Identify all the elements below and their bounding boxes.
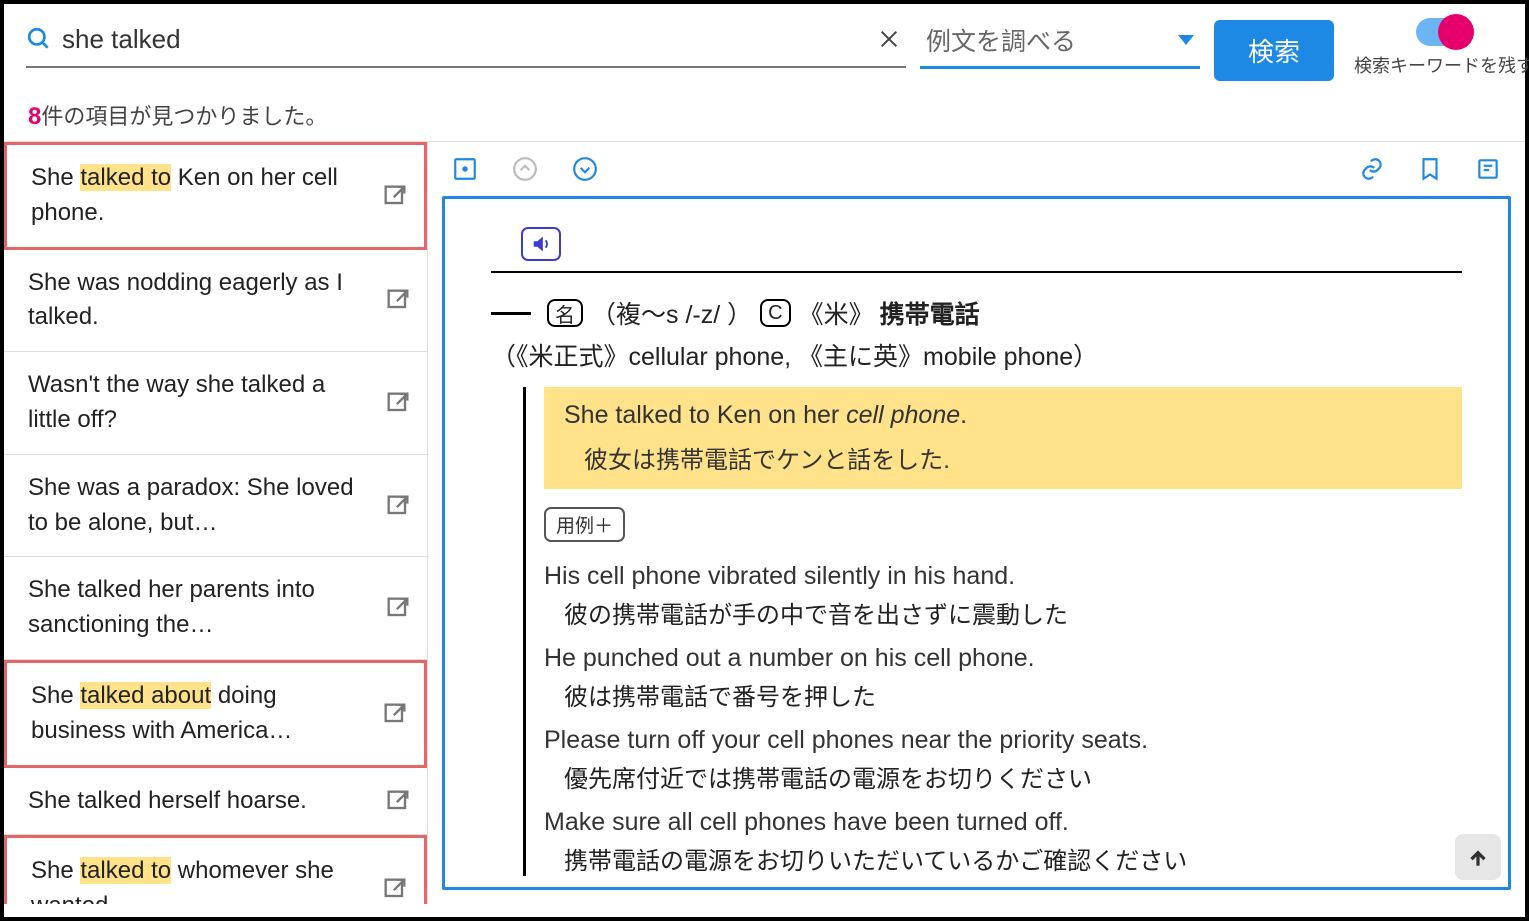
example-block: She talked to Ken on her cell phone. 彼女は… bbox=[523, 387, 1462, 876]
top-bar: 例文を調べる 検索 検索キーワードを残す bbox=[4, 4, 1525, 81]
speaker-icon bbox=[530, 233, 552, 255]
result-item[interactable]: She talked to whomever she wanted. bbox=[4, 835, 427, 904]
result-item-text: She talked herself hoarse. bbox=[28, 784, 373, 819]
open-in-new-icon[interactable] bbox=[380, 699, 410, 729]
main-split: She talked to Ken on her cell phone. She … bbox=[4, 141, 1525, 904]
keep-keyword-toggle[interactable] bbox=[1416, 18, 1472, 46]
keep-keyword-label: 検索キーワードを残す bbox=[1354, 52, 1529, 78]
plural-info: （複～s /-z/ ） bbox=[591, 295, 752, 331]
scroll-down-button[interactable] bbox=[570, 154, 600, 184]
note-button[interactable] bbox=[1473, 154, 1503, 184]
result-count-number: 8 bbox=[28, 103, 41, 130]
highlighted-example: She talked to Ken on her cell phone. 彼女は… bbox=[544, 387, 1462, 489]
result-item[interactable]: She was a paradox: She loved to be alone… bbox=[4, 455, 427, 558]
result-item[interactable]: She talked about doing business with Ame… bbox=[4, 660, 427, 768]
headword: 携帯電話 bbox=[880, 295, 980, 331]
keep-keyword-toggle-wrap: 検索キーワードを残す bbox=[1354, 18, 1529, 78]
chevron-down-icon bbox=[1178, 35, 1194, 45]
result-item-text: Wasn't the way she talked a little off? bbox=[28, 368, 373, 438]
result-item[interactable]: She talked her parents into sanctioning … bbox=[4, 557, 427, 660]
detail-body[interactable]: 名 （複～s /-z/ ） C 《米》 携帯電話 （《米正式》cellular … bbox=[442, 196, 1511, 890]
search-button[interactable]: 検索 bbox=[1214, 20, 1334, 81]
gloss-tail: （《米正式》cellular phone, 《主に英》mobile phone） bbox=[491, 337, 1098, 373]
result-item[interactable]: She was nodding eagerly as I talked. bbox=[4, 250, 427, 353]
result-item-text: She was a paradox: She loved to be alone… bbox=[28, 471, 373, 541]
highlighted-example-jp: 彼女は携帯電話でケンと話をした. bbox=[564, 440, 1442, 475]
open-in-new-icon[interactable] bbox=[383, 786, 413, 816]
result-count: 8件の項目が見つかりました。 bbox=[4, 81, 1525, 141]
detail-toolbar bbox=[428, 142, 1525, 196]
open-in-new-icon[interactable] bbox=[383, 593, 413, 623]
search-input[interactable] bbox=[62, 24, 872, 55]
result-item[interactable]: She talked to Ken on her cell phone. bbox=[4, 142, 427, 250]
result-item-text: She talked about doing business with Ame… bbox=[31, 679, 370, 749]
detail-pane: 名 （複～s /-z/ ） C 《米》 携帯電話 （《米正式》cellular … bbox=[428, 142, 1525, 904]
example-en: Make sure all cell phones have been turn… bbox=[544, 808, 1462, 837]
result-list[interactable]: She talked to Ken on her cell phone. She … bbox=[4, 142, 428, 904]
search-icon bbox=[26, 26, 52, 52]
link-button[interactable] bbox=[1357, 154, 1387, 184]
open-in-new-icon[interactable] bbox=[380, 874, 410, 904]
open-in-new-icon[interactable] bbox=[383, 388, 413, 418]
result-item-text: She talked her parents into sanctioning … bbox=[28, 573, 373, 643]
result-item-text: She was nodding eagerly as I talked. bbox=[28, 266, 373, 336]
example-jp: 彼は携帯電話で番号を押した bbox=[564, 677, 1462, 712]
expand-button[interactable] bbox=[450, 154, 480, 184]
countability-pill: C bbox=[760, 299, 790, 327]
example-en: He punched out a number on his cell phon… bbox=[544, 644, 1462, 673]
example-jp: 携帯電話の電源をお切りいただいているかご確認ください bbox=[564, 841, 1462, 876]
example-en: Please turn off your cell phones near th… bbox=[544, 726, 1462, 755]
clear-search-button[interactable] bbox=[872, 22, 906, 56]
scroll-up-button[interactable] bbox=[510, 154, 540, 184]
definition-row: 名 （複～s /-z/ ） C 《米》 携帯電話 （《米正式》cellular … bbox=[491, 295, 1462, 373]
result-item[interactable]: Wasn't the way she talked a little off? bbox=[4, 352, 427, 455]
search-mode-label: 例文を調べる bbox=[926, 22, 1076, 58]
search-mode-select[interactable]: 例文を調べる bbox=[920, 18, 1200, 69]
result-item-text: She talked to whomever she wanted. bbox=[31, 854, 370, 904]
open-in-new-icon[interactable] bbox=[380, 181, 410, 211]
example-en: His cell phone vibrated silently in his … bbox=[544, 562, 1462, 591]
open-in-new-icon[interactable] bbox=[383, 491, 413, 521]
separator bbox=[491, 271, 1462, 273]
audio-button[interactable] bbox=[521, 227, 561, 261]
more-examples-button[interactable]: 用例＋ bbox=[544, 507, 625, 542]
result-count-suffix: 件の項目が見つかりました。 bbox=[41, 104, 327, 129]
search-field-wrap bbox=[26, 18, 906, 68]
open-in-new-icon[interactable] bbox=[383, 285, 413, 315]
region-label: 《米》 bbox=[799, 295, 874, 331]
bookmark-button[interactable] bbox=[1415, 154, 1445, 184]
example-jp: 彼の携帯電話が手の中で音を出さずに震動した bbox=[564, 595, 1462, 630]
arrow-up-icon bbox=[1465, 844, 1491, 870]
scroll-to-top-button[interactable] bbox=[1455, 834, 1501, 880]
example-jp: 優先席付近では携帯電話の電源をお切りください bbox=[564, 759, 1462, 794]
result-item-text: She talked to Ken on her cell phone. bbox=[31, 161, 370, 231]
result-item[interactable]: She talked herself hoarse. bbox=[4, 768, 427, 836]
close-icon bbox=[878, 28, 900, 50]
pos-pill: 名 bbox=[547, 299, 583, 327]
